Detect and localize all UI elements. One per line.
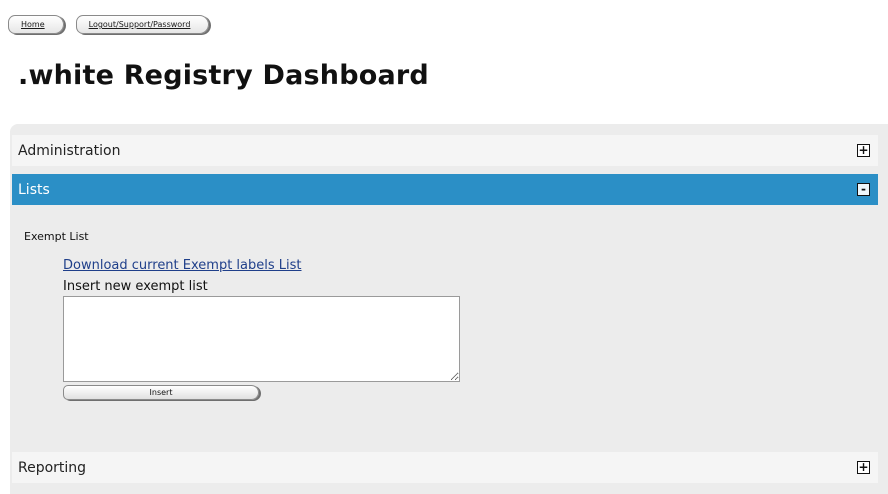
- collapse-icon[interactable]: -: [857, 183, 870, 196]
- section-header-administration[interactable]: Administration +: [12, 135, 878, 166]
- logout-support-password-button[interactable]: Logout/Support/Password: [75, 15, 210, 34]
- insert-exempt-list-label: Insert new exempt list: [63, 279, 208, 294]
- expand-icon[interactable]: +: [857, 144, 870, 157]
- expand-icon[interactable]: +: [857, 461, 870, 474]
- page-title: .white Registry Dashboard: [18, 60, 429, 91]
- section-header-lists[interactable]: Lists -: [12, 174, 878, 205]
- exempt-list-textarea[interactable]: [63, 296, 460, 382]
- download-exempt-list-link[interactable]: Download current Exempt labels List: [63, 258, 302, 273]
- exempt-list-title: Exempt List: [24, 230, 89, 243]
- home-button[interactable]: Home: [8, 15, 64, 34]
- top-nav: Home Logout/Support/Password: [8, 15, 210, 34]
- section-header-reporting[interactable]: Reporting +: [12, 452, 878, 483]
- page: Home Logout/Support/Password .white Regi…: [0, 0, 888, 494]
- section-label-reporting: Reporting: [18, 459, 87, 476]
- section-label-lists: Lists: [18, 181, 50, 198]
- insert-button[interactable]: Insert: [63, 385, 259, 400]
- section-label-administration: Administration: [18, 142, 121, 159]
